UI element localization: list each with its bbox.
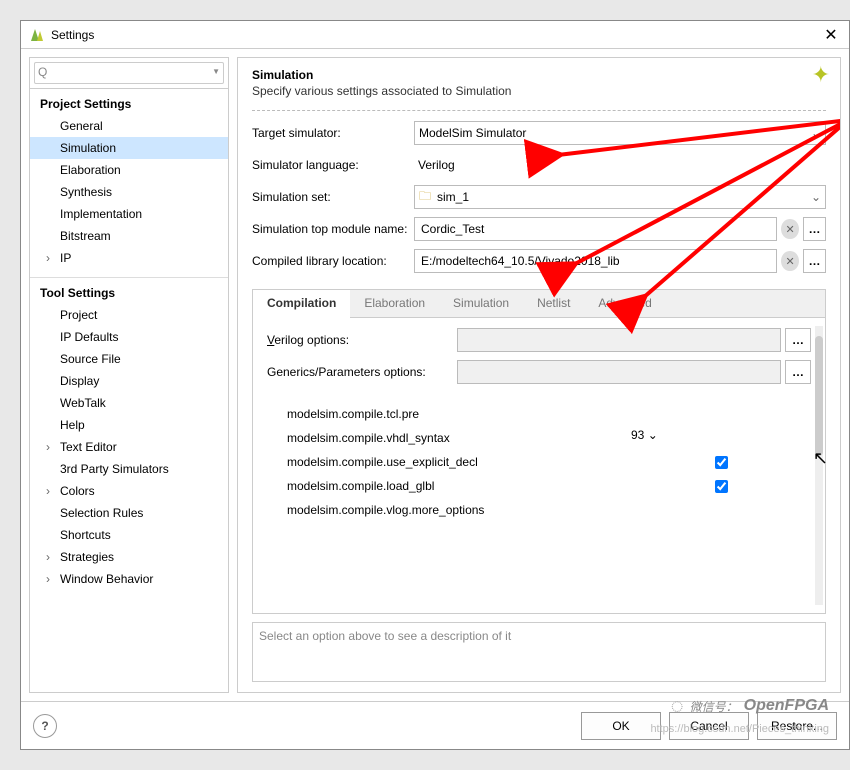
tree-item-selection-rules[interactable]: Selection Rules (30, 502, 228, 524)
tab-advanced[interactable]: Advanced (584, 290, 665, 317)
target-simulator-label: Target simulator: (252, 126, 414, 140)
watermark: ◌ 微信号： OpenFPGA (671, 693, 829, 719)
tab-simulation[interactable]: Simulation (439, 290, 523, 317)
tab-elaboration[interactable]: Elaboration (350, 290, 439, 317)
row-lib-location: Compiled library location: ✕ … (252, 249, 826, 273)
tree-item-shortcuts[interactable]: Shortcuts (30, 524, 228, 546)
verilog-options-input[interactable] (457, 328, 781, 352)
settings-tree: Project Settings General Simulation Elab… (30, 89, 228, 692)
prop-vlog-more-options[interactable]: modelsim.compile.vlog.more_options (267, 498, 811, 522)
row-target-simulator: Target simulator: ModelSim Simulator ⌄ (252, 121, 826, 145)
titlebar: Settings ✕ (21, 21, 849, 49)
group-tool-settings: Tool Settings (30, 277, 228, 304)
tab-netlist[interactable]: Netlist (523, 290, 584, 317)
watermark-url: https://blog.csdn.net/Pieces_thinking (650, 723, 829, 735)
simulation-set-label: Simulation set: (252, 190, 414, 204)
load-glbl-checkbox[interactable] (715, 480, 728, 493)
tree-item-project[interactable]: Project (30, 304, 228, 326)
clear-top-module-button[interactable]: ✕ (781, 219, 799, 239)
tree-item-webtalk[interactable]: WebTalk (30, 392, 228, 414)
tree-item-general[interactable]: General (30, 115, 228, 137)
browse-lib-location-button[interactable]: … (803, 249, 826, 273)
search-input[interactable] (34, 62, 224, 84)
help-button[interactable]: ? (33, 714, 57, 738)
tree-item-help[interactable]: Help (30, 414, 228, 436)
tree-item-strategies[interactable]: Strategies (30, 546, 228, 568)
verilog-options-browse[interactable]: … (785, 328, 811, 352)
generics-options-label: Generics/Parameters options: (267, 365, 457, 379)
verilog-options-label: Verilog options: (267, 333, 457, 347)
settings-window: Settings ✕ Q ▼ Project Settings General … (20, 20, 850, 750)
tab-compilation[interactable]: Compilation (253, 290, 350, 318)
chevron-down-icon: ⌄ (811, 126, 821, 140)
tree-item-ip[interactable]: IP (30, 247, 228, 269)
prop-load-glbl[interactable]: modelsim.compile.load_glbl (267, 474, 811, 498)
dialog-body: Q ▼ Project Settings General Simulation … (21, 49, 849, 701)
tabs: Compilation Elaboration Simulation Netli… (253, 290, 825, 318)
tabs-area: Compilation Elaboration Simulation Netli… (252, 289, 826, 614)
sidebar: Q ▼ Project Settings General Simulation … (29, 57, 229, 693)
search-dropdown-icon[interactable]: ▼ (212, 67, 220, 76)
window-title: Settings (51, 28, 821, 42)
top-module-input[interactable] (414, 217, 777, 241)
verilog-options-row: Verilog options: … (267, 328, 811, 352)
tree-item-bitstream[interactable]: Bitstream (30, 225, 228, 247)
simulation-set-select[interactable]: 🗀 sim_1 ⌄ (414, 185, 826, 209)
search-box: Q ▼ (30, 58, 228, 89)
row-simulator-language: Simulator language: Verilog (252, 153, 826, 177)
generics-options-input[interactable] (457, 360, 781, 384)
prop-vhdl-syntax[interactable]: modelsim.compile.vhdl_syntax 93 ⌄ (267, 426, 811, 450)
tree-item-synthesis[interactable]: Synthesis (30, 181, 228, 203)
tree-item-display[interactable]: Display (30, 370, 228, 392)
row-simulation-set: Simulation set: 🗀 sim_1 ⌄ (252, 185, 826, 209)
generics-options-row: Generics/Parameters options: … (267, 360, 811, 384)
scroll-thumb[interactable] (815, 336, 823, 456)
search-icon: Q (38, 65, 47, 79)
chevron-down-icon: ⌄ (811, 190, 821, 204)
target-simulator-select[interactable]: ModelSim Simulator ⌄ (414, 121, 826, 145)
simulator-language-label: Simulator language: (252, 158, 414, 172)
tree-item-elaboration[interactable]: Elaboration (30, 159, 228, 181)
tree-item-ip-defaults[interactable]: IP Defaults (30, 326, 228, 348)
tree-item-colors[interactable]: Colors (30, 480, 228, 502)
tree-item-simulation[interactable]: Simulation (30, 137, 228, 159)
app-logo-icon (29, 27, 45, 43)
group-project-settings: Project Settings (30, 93, 228, 115)
page-subheading: Specify various settings associated to S… (252, 84, 826, 98)
tree-item-3rd-party[interactable]: 3rd Party Simulators (30, 458, 228, 480)
description-box: Select an option above to see a descript… (252, 622, 826, 682)
simulator-language-value: Verilog (414, 153, 826, 177)
tree-item-text-editor[interactable]: Text Editor (30, 436, 228, 458)
lib-location-label: Compiled library location: (252, 254, 414, 268)
browse-top-module-button[interactable]: … (803, 217, 826, 241)
content-panel: ✦ Simulation Specify various settings as… (237, 57, 841, 693)
generics-options-browse[interactable]: … (785, 360, 811, 384)
tab-content: Verilog options: … Generics/Parameters o… (253, 318, 825, 613)
top-module-label: Simulation top module name: (252, 222, 414, 236)
row-top-module: Simulation top module name: ✕ … (252, 217, 826, 241)
vivado-logo-icon: ✦ (812, 62, 830, 88)
tree-item-window-behavior[interactable]: Window Behavior (30, 568, 228, 590)
folder-icon: 🗀 (419, 187, 435, 208)
divider (252, 110, 826, 111)
tree-item-source-file[interactable]: Source File (30, 348, 228, 370)
chevron-down-icon: ⌄ (648, 428, 658, 442)
scrollbar[interactable] (815, 326, 823, 605)
ok-button[interactable]: OK (581, 712, 661, 740)
close-button[interactable]: ✕ (821, 25, 841, 45)
lib-location-input[interactable] (414, 249, 777, 273)
wechat-icon: ◌ (671, 693, 684, 719)
page-heading: Simulation (252, 68, 826, 82)
tree-item-implementation[interactable]: Implementation (30, 203, 228, 225)
prop-tcl-pre[interactable]: modelsim.compile.tcl.pre (267, 402, 811, 426)
vhdl-syntax-select[interactable]: 93 ⌄ (631, 428, 658, 448)
clear-lib-location-button[interactable]: ✕ (781, 251, 799, 271)
prop-use-explicit-decl[interactable]: modelsim.compile.use_explicit_decl (267, 450, 811, 474)
explicit-decl-checkbox[interactable] (715, 456, 728, 469)
